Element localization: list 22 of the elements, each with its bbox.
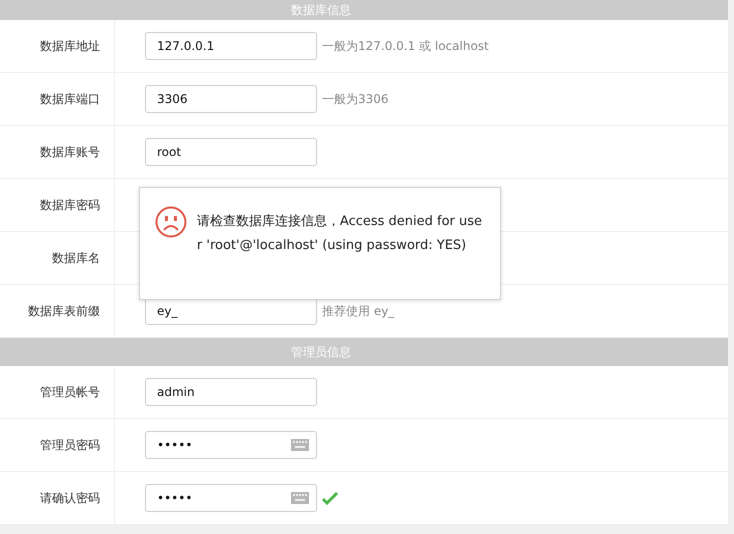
password-field[interactable]: •••••: [145, 431, 317, 459]
field-label: 数据库密码: [40, 196, 100, 214]
field-hint: 一般为3306: [322, 90, 389, 108]
field-label: 数据库账号: [40, 144, 100, 160]
field-hint: 推荐使用 ey_: [322, 302, 394, 320]
field-label: 数据库端口: [40, 90, 100, 108]
input-field[interactable]: 3306: [145, 85, 317, 113]
error-message: 请检查数据库连接信息，Access denied for user 'root'@'localhost' (using password: YES): [196, 213, 484, 255]
field-label: 管理员帐号: [40, 384, 100, 400]
input-field[interactable]: root: [145, 138, 317, 166]
field-label: 数据库地址: [40, 38, 100, 54]
field-label: 数据库表前缀: [28, 302, 100, 320]
input-field[interactable]: admin: [145, 378, 317, 406]
input-field[interactable]: 127.0.0.1: [145, 32, 317, 60]
password-field[interactable]: •••••: [145, 484, 317, 512]
field-label: 数据库名: [52, 250, 100, 266]
field-hint: 一般为127.0.0.1 或 localhost: [322, 38, 489, 54]
keyboard-icon[interactable]: [291, 439, 309, 451]
sad-face-icon: [155, 206, 187, 238]
field-label: 请确认密码: [40, 490, 100, 506]
field-label: 管理员密码: [40, 436, 100, 454]
keyboard-icon[interactable]: [291, 492, 309, 504]
